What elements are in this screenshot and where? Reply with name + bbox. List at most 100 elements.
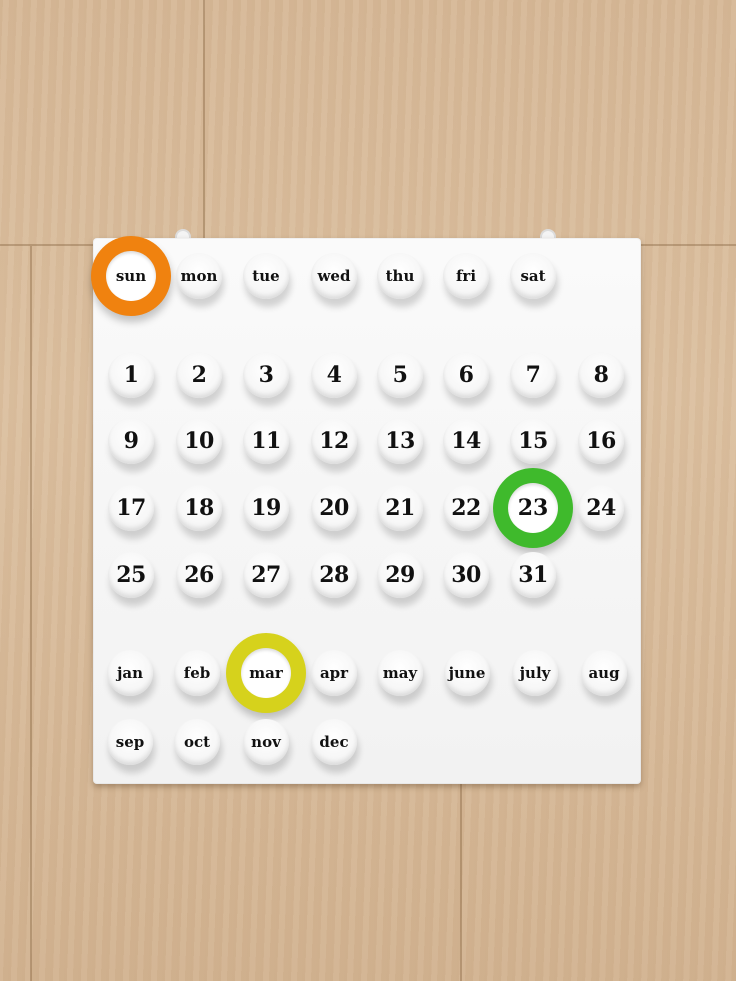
day-peg-8[interactable]: 8: [578, 352, 624, 398]
day-peg-26[interactable]: 26: [176, 552, 222, 598]
month-peg-june[interactable]: june: [444, 650, 490, 696]
day-peg-20-label: 20: [319, 495, 349, 521]
month-peg-july[interactable]: july: [512, 650, 558, 696]
day-peg-27[interactable]: 27: [243, 552, 289, 598]
day-peg-2[interactable]: 2: [176, 352, 222, 398]
weekday-peg-mon[interactable]: mon: [176, 253, 222, 299]
day-peg-24[interactable]: 24: [578, 485, 624, 531]
day-peg-31-label: 31: [518, 562, 548, 588]
month-peg-dec[interactable]: dec: [311, 719, 357, 765]
month-peg-aug[interactable]: aug: [581, 650, 627, 696]
day-peg-11[interactable]: 11: [243, 418, 289, 464]
weekday-peg-fri-label: fri: [455, 267, 477, 285]
weekday-peg-sun-label: sun: [115, 267, 147, 285]
day-peg-19[interactable]: 19: [243, 485, 289, 531]
floor-seam-vertical-bottom: [460, 784, 462, 981]
day-peg-4-label: 4: [326, 362, 342, 388]
month-peg-apr-label: apr: [319, 664, 349, 682]
day-peg-18-label: 18: [184, 495, 214, 521]
day-peg-23-label: 23: [517, 495, 549, 521]
day-peg-25[interactable]: 25: [108, 552, 154, 598]
day-peg-17[interactable]: 17: [108, 485, 154, 531]
day-peg-22[interactable]: 22: [443, 485, 489, 531]
day-peg-15-label: 15: [518, 428, 548, 454]
weekday-peg-sat-label: sat: [520, 267, 546, 285]
month-peg-oct[interactable]: oct: [174, 719, 220, 765]
month-peg-june-label: june: [448, 664, 486, 682]
day-peg-13[interactable]: 13: [377, 418, 423, 464]
day-peg-4[interactable]: 4: [311, 352, 357, 398]
day-peg-9[interactable]: 9: [108, 418, 154, 464]
month-peg-july-label: july: [519, 664, 551, 682]
month-peg-mar-label: mar: [249, 664, 283, 682]
day-peg-29[interactable]: 29: [377, 552, 423, 598]
day-peg-13-label: 13: [385, 428, 415, 454]
day-peg-12-label: 12: [319, 428, 349, 454]
day-peg-31[interactable]: 31: [510, 552, 556, 598]
day-peg-11-label: 11: [251, 428, 281, 454]
weekday-peg-wed[interactable]: wed: [311, 253, 357, 299]
day-peg-28-label: 28: [319, 562, 349, 588]
day-peg-3-label: 3: [258, 362, 274, 388]
day-peg-17-label: 17: [116, 495, 146, 521]
day-peg-1[interactable]: 1: [108, 352, 154, 398]
month-peg-nov[interactable]: nov: [243, 719, 289, 765]
month-peg-mar-marker-ring[interactable]: mar: [226, 633, 306, 713]
day-peg-6-label: 6: [458, 362, 474, 388]
month-peg-sep[interactable]: sep: [107, 719, 153, 765]
day-peg-3[interactable]: 3: [243, 352, 289, 398]
day-peg-1-label: 1: [123, 362, 139, 388]
floor-seam-vertical-top: [203, 0, 205, 244]
day-peg-16[interactable]: 16: [578, 418, 624, 464]
day-peg-12[interactable]: 12: [311, 418, 357, 464]
month-peg-nov-label: nov: [251, 733, 281, 751]
day-peg-6[interactable]: 6: [443, 352, 489, 398]
weekday-peg-sun-marker-ring[interactable]: sun: [91, 236, 171, 316]
day-peg-26-label: 26: [184, 562, 214, 588]
weekday-peg-thu[interactable]: thu: [377, 253, 423, 299]
day-peg-15[interactable]: 15: [510, 418, 556, 464]
day-peg-10-label: 10: [184, 428, 214, 454]
day-peg-5[interactable]: 5: [377, 352, 423, 398]
day-peg-14[interactable]: 14: [443, 418, 489, 464]
month-peg-jan[interactable]: jan: [107, 650, 153, 696]
weekday-peg-sat[interactable]: sat: [510, 253, 556, 299]
day-peg-24-label: 24: [586, 495, 616, 521]
day-peg-23-marker-ring[interactable]: 23: [493, 468, 573, 548]
month-peg-aug-label: aug: [588, 664, 620, 682]
day-peg-18[interactable]: 18: [176, 485, 222, 531]
day-peg-19-label: 19: [251, 495, 281, 521]
day-peg-28[interactable]: 28: [311, 552, 357, 598]
day-peg-27-label: 27: [251, 562, 281, 588]
day-peg-22-label: 22: [451, 495, 481, 521]
day-peg-16-label: 16: [586, 428, 616, 454]
day-peg-29-label: 29: [385, 562, 415, 588]
day-peg-5-label: 5: [392, 362, 408, 388]
month-peg-may[interactable]: may: [377, 650, 423, 696]
month-peg-apr[interactable]: apr: [311, 650, 357, 696]
weekday-peg-wed-label: wed: [317, 267, 351, 285]
weekday-peg-tue-label: tue: [252, 267, 280, 285]
day-peg-14-label: 14: [451, 428, 481, 454]
day-peg-21-label: 21: [385, 495, 415, 521]
month-peg-feb-label: feb: [183, 664, 211, 682]
day-peg-30-label: 30: [451, 562, 481, 588]
day-peg-10[interactable]: 10: [176, 418, 222, 464]
month-peg-dec-label: dec: [319, 733, 349, 751]
weekday-peg-fri[interactable]: fri: [443, 253, 489, 299]
weekday-peg-mon-label: mon: [180, 267, 218, 285]
month-peg-feb[interactable]: feb: [174, 650, 220, 696]
weekday-peg-tue[interactable]: tue: [243, 253, 289, 299]
month-peg-sep-label: sep: [115, 733, 145, 751]
day-peg-7-label: 7: [525, 362, 541, 388]
day-peg-8-label: 8: [593, 362, 609, 388]
day-peg-25-label: 25: [116, 562, 146, 588]
weekday-peg-thu-label: thu: [385, 267, 415, 285]
day-peg-21[interactable]: 21: [377, 485, 423, 531]
day-peg-30[interactable]: 30: [443, 552, 489, 598]
floor-seam-vertical-left: [30, 246, 32, 981]
day-peg-9-label: 9: [123, 428, 139, 454]
day-peg-20[interactable]: 20: [311, 485, 357, 531]
month-peg-oct-label: oct: [183, 733, 211, 751]
day-peg-7[interactable]: 7: [510, 352, 556, 398]
